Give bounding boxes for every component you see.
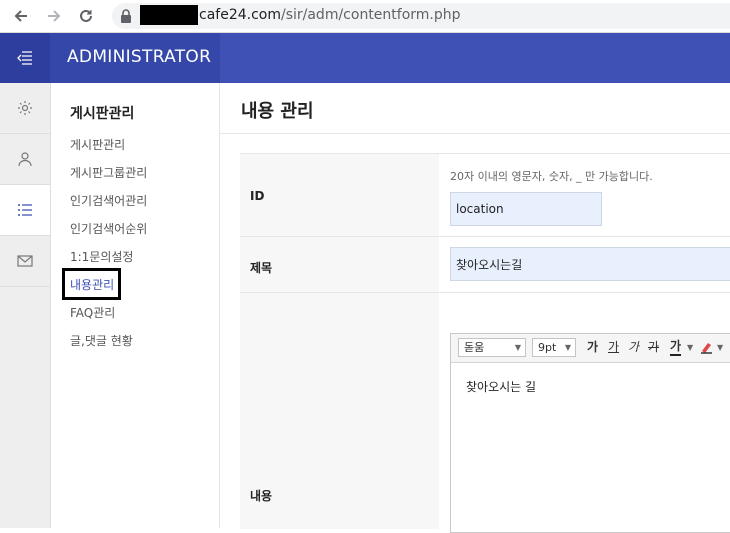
id-label: ID: [250, 189, 265, 203]
collapse-menu-icon: [17, 51, 32, 65]
address-bar[interactable]: cafe24.com/sir/adm/contentform.php: [112, 3, 730, 29]
form-row-content: 내용 돋움 ▼ 9pt ▼ 가 가 가 가 가 ▼ ▼ 찾아오시는 길: [240, 292, 730, 533]
side-item-board-manage[interactable]: 게시판관리: [70, 135, 147, 163]
form-row-id: ID 20자 이내의 영문자, 숫자, _ 만 가능합니다. location: [240, 153, 730, 237]
strikethrough-button[interactable]: 가: [648, 338, 659, 357]
reload-button[interactable]: [75, 5, 97, 27]
brand-title: ADMINISTRATOR: [67, 47, 212, 67]
admin-header: ADMINISTRATOR: [0, 33, 730, 83]
side-item-board-group[interactable]: 게시판그룹관리: [70, 163, 147, 191]
highlight-icon[interactable]: [700, 341, 713, 360]
form-label-cell: 제목: [240, 237, 439, 293]
editor-toolbar: 돋움 ▼ 9pt ▼ 가 가 가 가 가 ▼ ▼: [451, 334, 730, 363]
form-value-cell: 20자 이내의 영문자, 숫자, _ 만 가능합니다. location: [440, 154, 730, 237]
editor-body-text[interactable]: 찾아오시는 길: [466, 378, 536, 395]
side-menu: 게시판관리 게시판관리 게시판그룹관리 인기검색어관리 인기검색어순위 1:1문…: [51, 83, 220, 528]
browser-toolbar: cafe24.com/sir/adm/contentform.php: [0, 0, 730, 33]
side-item-popular-keyword[interactable]: 인기검색어관리: [70, 191, 147, 219]
redacted-region: [140, 5, 198, 25]
side-menu-title: 게시판관리: [70, 106, 135, 122]
url-text: cafe24.com/sir/adm/contentform.php: [199, 7, 461, 23]
reload-icon: [80, 9, 92, 22]
content-form: ID 20자 이내의 영문자, 숫자, _ 만 가능합니다. location …: [240, 153, 730, 533]
forward-arrow-icon: [48, 10, 61, 22]
id-input[interactable]: location: [450, 192, 602, 226]
subject-label: 제목: [250, 261, 273, 275]
form-label-cell: ID: [240, 154, 439, 237]
side-item-keyword-rank[interactable]: 인기검색어순위: [70, 219, 147, 247]
content-label: 내용: [250, 489, 273, 503]
subject-input[interactable]: 찾아오시는길: [450, 247, 730, 281]
underline-button[interactable]: 가: [608, 338, 619, 357]
font-color-dropdown-icon[interactable]: ▼: [687, 338, 693, 357]
side-item-write-count[interactable]: 글,댓글 현황: [70, 331, 147, 359]
back-arrow-icon: [14, 10, 27, 22]
side-item-faq-manage[interactable]: FAQ관리: [70, 303, 147, 331]
menu-toggle-button[interactable]: [0, 33, 50, 83]
form-value-cell: 돋움 ▼ 9pt ▼ 가 가 가 가 가 ▼ ▼ 찾아오시는 길: [440, 293, 730, 533]
rail-mail[interactable]: [0, 236, 50, 287]
annotation-highlight-box: [62, 268, 121, 300]
wysiwyg-editor[interactable]: 돋움 ▼ 9pt ▼ 가 가 가 가 가 ▼ ▼ 찾아오시는 길: [450, 333, 730, 533]
mail-icon: [17, 255, 33, 267]
rail-settings[interactable]: [0, 83, 50, 134]
page-title: 내용 관리: [241, 101, 314, 122]
highlight-dropdown-icon[interactable]: ▼: [717, 338, 723, 357]
side-menu-list: 게시판관리 게시판그룹관리 인기검색어관리 인기검색어순위 1:1문의설정 내용…: [70, 135, 147, 359]
form-value-cell: 찾아오시는길: [440, 237, 730, 293]
form-row-subject: 제목 찾아오시는길: [240, 236, 730, 293]
size-select[interactable]: 9pt ▼: [532, 338, 576, 357]
user-icon: [18, 152, 32, 167]
forward-button[interactable]: [43, 5, 65, 27]
bold-button[interactable]: 가: [587, 338, 598, 357]
gear-icon: [18, 101, 32, 115]
title-divider: [220, 133, 730, 134]
font-color-button[interactable]: 가: [670, 338, 682, 356]
italic-button[interactable]: 가: [628, 338, 639, 357]
main-content: 내용 관리 ID 20자 이내의 영문자, 숫자, _ 만 가능합니다. loc…: [220, 83, 730, 533]
rail-boards[interactable]: [0, 185, 50, 236]
font-select[interactable]: 돋움 ▼: [458, 338, 526, 357]
form-label-cell: 내용: [240, 293, 439, 529]
lock-icon: [121, 9, 131, 23]
id-help-text: 20자 이내의 영문자, 숫자, _ 만 가능합니다.: [450, 170, 653, 183]
back-button[interactable]: [10, 5, 32, 27]
icon-rail: [0, 83, 51, 528]
rail-members[interactable]: [0, 134, 50, 185]
list-icon: [18, 204, 32, 216]
